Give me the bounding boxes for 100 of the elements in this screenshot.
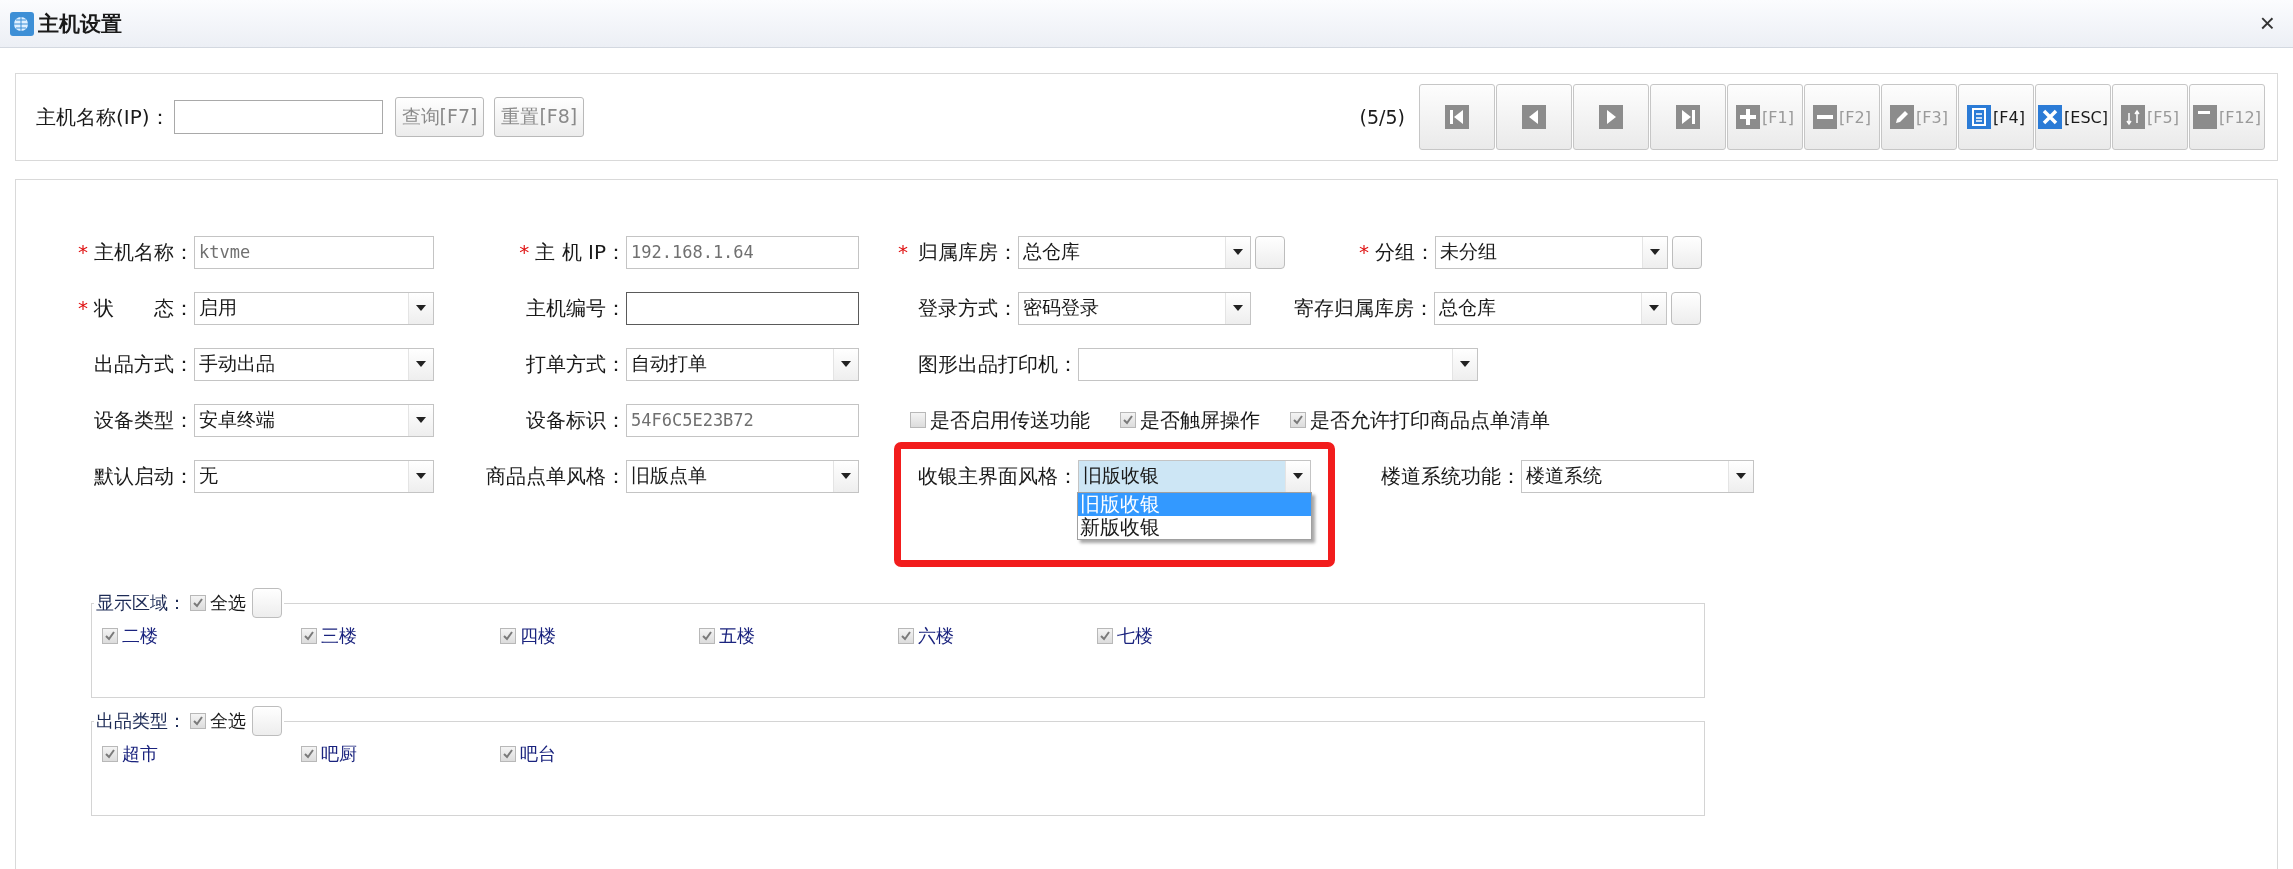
checkbox-label: 吧台 bbox=[520, 742, 556, 766]
caret-icon bbox=[1736, 473, 1746, 479]
check-icon bbox=[192, 597, 204, 609]
checkbox[interactable] bbox=[699, 628, 715, 644]
triangle-right-icon bbox=[1599, 105, 1623, 129]
caret-icon bbox=[1233, 249, 1243, 255]
caret-icon bbox=[416, 305, 426, 311]
window-title: 主机设置 bbox=[38, 10, 122, 38]
checkbox[interactable] bbox=[1120, 412, 1136, 428]
caret-icon bbox=[416, 361, 426, 367]
caret-icon bbox=[1233, 305, 1243, 311]
checkbox-label: 全选 bbox=[210, 709, 246, 733]
field-label: 打单方式： bbox=[526, 350, 626, 378]
select-field[interactable]: 旧版点单 bbox=[626, 459, 859, 493]
select-field[interactable]: 楼道系统 bbox=[1521, 459, 1754, 493]
caret-icon bbox=[1650, 249, 1660, 255]
toolbar-button[interactable]: [F4] bbox=[1958, 84, 2034, 150]
field-label: 出品方式： bbox=[94, 350, 194, 378]
triangle-left-icon bbox=[1522, 105, 1546, 129]
text-field[interactable] bbox=[626, 291, 859, 325]
checkbox[interactable] bbox=[102, 746, 118, 762]
checkbox-label: 六楼 bbox=[918, 624, 954, 648]
checkbox[interactable] bbox=[1290, 412, 1306, 428]
toolbar-button[interactable] bbox=[1650, 84, 1726, 150]
field-label: 商品点单风格： bbox=[486, 462, 626, 490]
dropdown-option[interactable]: 新版收银 bbox=[1078, 515, 1311, 539]
globe-icon bbox=[10, 11, 34, 36]
checkbox[interactable] bbox=[910, 412, 926, 428]
field-label: 分组： bbox=[1375, 238, 1435, 266]
checkbox[interactable] bbox=[102, 628, 118, 644]
field-label: 图形出品打印机： bbox=[918, 350, 1078, 378]
select-field[interactable]: 自动打单 bbox=[626, 347, 859, 381]
toolbar-button[interactable]: [ESC] bbox=[2035, 84, 2111, 150]
bar-icon bbox=[2192, 105, 2217, 129]
check-icon bbox=[701, 630, 713, 642]
toolbar-button[interactable] bbox=[1496, 84, 1572, 150]
search-label: 主机名称(IP)： bbox=[36, 103, 170, 131]
skip-back-icon bbox=[1445, 105, 1469, 129]
select-field[interactable]: 无 bbox=[194, 459, 434, 493]
required-mark: * bbox=[1359, 240, 1369, 264]
check-icon bbox=[1099, 630, 1111, 642]
group-title: 显示区域： bbox=[96, 591, 186, 615]
checkbox-label: 是否允许打印商品点单清单 bbox=[1310, 406, 1550, 434]
caret-icon bbox=[416, 417, 426, 423]
check-icon bbox=[192, 715, 204, 727]
check-icon bbox=[502, 630, 514, 642]
select-field[interactable]: 密码登录 bbox=[1018, 291, 1251, 325]
caret-icon bbox=[1293, 473, 1303, 479]
checkbox-label: 吧厨 bbox=[321, 742, 357, 766]
required-mark: * bbox=[519, 240, 530, 264]
check-icon bbox=[502, 748, 514, 760]
select-field[interactable] bbox=[1078, 347, 1478, 381]
minus-icon bbox=[1813, 105, 1838, 129]
checkbox[interactable] bbox=[1097, 628, 1113, 644]
field-label: 设备类型： bbox=[94, 406, 194, 434]
checkbox[interactable] bbox=[190, 713, 206, 729]
toolbar-button[interactable] bbox=[1573, 84, 1649, 150]
field-label: 默认启动： bbox=[94, 462, 194, 490]
field-label: 收银主界面风格： bbox=[918, 462, 1078, 490]
select-field[interactable]: 启用 bbox=[194, 291, 434, 325]
select-field[interactable]: 未分组 bbox=[1435, 235, 1668, 269]
field-label: 设备标识： bbox=[526, 406, 626, 434]
checkbox-label: 五楼 bbox=[719, 624, 755, 648]
select-field[interactable]: 总仓库 bbox=[1018, 235, 1251, 269]
field-label: 主 机 IP： bbox=[535, 238, 626, 266]
checkbox[interactable] bbox=[301, 628, 317, 644]
field-label: 楼道系统功能： bbox=[1381, 462, 1521, 490]
caret-icon bbox=[416, 473, 426, 479]
select-field[interactable]: 总仓库 bbox=[1434, 291, 1667, 325]
required-mark: * bbox=[78, 296, 88, 320]
select-field[interactable]: 手动出品 bbox=[194, 347, 434, 381]
checkbox-label: 是否启用传送功能 bbox=[930, 406, 1090, 434]
search-field[interactable] bbox=[173, 100, 383, 134]
field-label: 主机编号： bbox=[526, 294, 626, 322]
required-mark: * bbox=[78, 240, 88, 264]
select-field[interactable]: 安卓终端 bbox=[194, 403, 434, 437]
checkbox[interactable] bbox=[301, 746, 317, 762]
group-title: 出品类型： bbox=[96, 709, 186, 733]
close-button[interactable]: × bbox=[2251, 8, 2283, 39]
document-icon bbox=[1967, 105, 1992, 129]
field-label: 主机名称： bbox=[94, 238, 194, 266]
check-icon bbox=[303, 748, 315, 760]
checkbox[interactable] bbox=[500, 628, 516, 644]
caret-icon bbox=[841, 361, 851, 367]
check-icon bbox=[104, 630, 116, 642]
field-label: 寄存归属库房： bbox=[1294, 294, 1434, 322]
checkbox[interactable] bbox=[190, 595, 206, 611]
check-icon bbox=[303, 630, 315, 642]
check-icon bbox=[104, 748, 116, 760]
checkbox[interactable] bbox=[898, 628, 914, 644]
checkbox-label: 三楼 bbox=[321, 624, 357, 648]
checkbox-label: 超市 bbox=[122, 742, 158, 766]
checkbox[interactable] bbox=[500, 746, 516, 762]
checkbox-label: 四楼 bbox=[520, 624, 556, 648]
caret-icon bbox=[1649, 305, 1659, 311]
toolbar-button[interactable] bbox=[1419, 84, 1495, 150]
select-field[interactable]: 旧版收银 bbox=[1078, 459, 1311, 493]
plus-icon bbox=[1736, 105, 1761, 129]
caret-icon bbox=[841, 473, 851, 479]
checkbox-label: 是否触屏操作 bbox=[1140, 406, 1260, 434]
